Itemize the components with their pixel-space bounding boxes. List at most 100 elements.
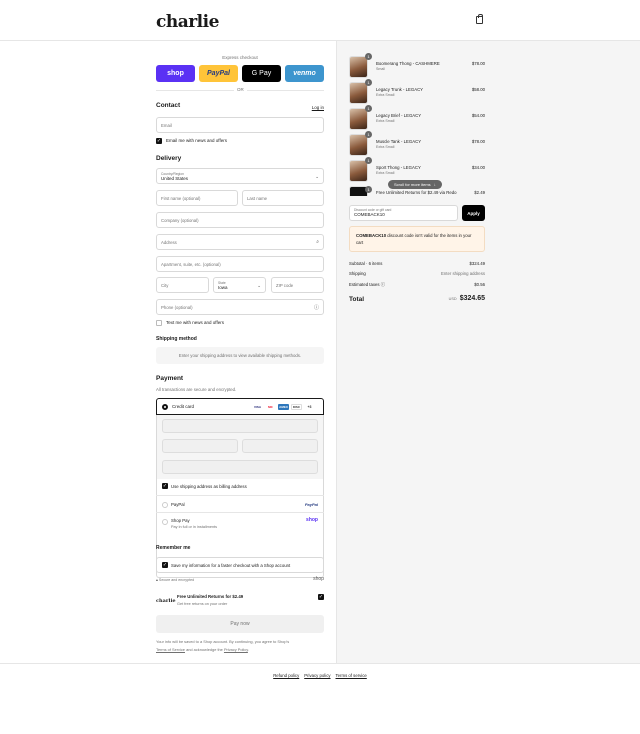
scroll-hint-label: Scroll for more items (394, 182, 431, 187)
remember-me-heading: Remember me (156, 545, 191, 551)
visa-icon: VISA (253, 405, 261, 409)
card-logos: VISA MC AMEX DISC +3 (252, 404, 315, 410)
divider (156, 495, 324, 496)
site-header: charlie (0, 0, 640, 41)
product-thumbnail (349, 134, 368, 156)
text-news-checkbox[interactable] (156, 320, 162, 326)
product-thumbnail (349, 160, 368, 182)
footer-links: Refund policy Privacy policy Terms of se… (0, 673, 640, 678)
product-thumbnail (349, 56, 368, 78)
info-icon[interactable]: ⓘ (381, 282, 385, 287)
payment-subtitle: All transactions are secure and encrypte… (156, 387, 237, 392)
shopping-bag-icon[interactable] (476, 14, 483, 24)
total-label: Total (349, 296, 365, 303)
quantity-badge: 1 (365, 53, 372, 60)
shop-pay-option-label[interactable]: Shop Pay (171, 518, 190, 523)
state-value: Iowa (218, 284, 228, 290)
legal-text-1: Your info will be saved to a Shop accoun… (156, 639, 290, 644)
item-name: Muscle Tank - LEGACY (376, 139, 422, 144)
log-in-link[interactable]: Log in (312, 105, 324, 110)
item-name: Legacy Brief - LEGACY (376, 113, 422, 118)
paypal-button[interactable]: PayPal (199, 65, 238, 82)
first-name-field[interactable]: First name (optional) (156, 190, 238, 206)
zip-field[interactable]: ZIP code (271, 277, 324, 293)
card-number-field[interactable] (162, 419, 318, 433)
credit-card-option[interactable]: Credit card VISA MC AMEX DISC +3 (156, 398, 324, 415)
address-placeholder: Address (161, 239, 177, 245)
chevron-down-icon: ⌄ (315, 174, 319, 179)
pay-now-button[interactable]: Pay now (156, 615, 324, 633)
company-field[interactable]: Company (optional) (156, 212, 324, 228)
item-price: $54.00 (471, 113, 485, 118)
item-name: Free Unlimited Returns for $2.49 via Red… (376, 190, 457, 195)
item-price: $78.00 (471, 61, 485, 66)
scroll-hint[interactable]: Scroll for more items ↓ (388, 180, 442, 189)
line-item: 1 Legacy Trunk - LEGACY Extra Small $58.00 (349, 79, 485, 104)
apply-button[interactable]: Apply (462, 205, 485, 221)
phone-field[interactable]: Phone (optional) ⓘ (156, 299, 324, 315)
discount-code-field[interactable]: Discount code or gift card COMEBACK10 (349, 205, 458, 221)
save-info-box[interactable]: ✓ Save my information for a faster check… (156, 557, 324, 573)
state-select[interactable]: State Iowa ⌄ (213, 277, 266, 293)
contact-heading: Contact (156, 102, 181, 109)
quantity-badge: 1 (365, 79, 372, 86)
billing-same-checkbox[interactable]: ✓ (162, 483, 168, 489)
last-name-field[interactable]: Last name (242, 190, 324, 206)
quantity-badge: 1 (365, 157, 372, 164)
country-select[interactable]: Country/Region United States ⌄ (156, 168, 324, 184)
privacy-policy-link[interactable]: Privacy Policy (224, 647, 248, 652)
terms-of-service-link[interactable]: Terms of Service (156, 647, 185, 652)
delivery-heading: Delivery (156, 155, 182, 162)
total-value-group: USD $324.65 (449, 295, 485, 302)
privacy-policy-footer-link[interactable]: Privacy policy (304, 673, 330, 678)
line-item: 1 Boomerang Thong - CASHMERE Small $78.00 (349, 53, 485, 78)
subtotal-label: Subtotal · 6 items (349, 261, 383, 266)
phone-placeholder: Phone (optional) (161, 304, 193, 310)
charlie-returns-logo: charlie (156, 598, 176, 604)
item-name: Boomerang Thong - CASHMERE (376, 61, 440, 66)
paypal-option-label[interactable]: PayPal (171, 502, 185, 507)
card-cvc-field[interactable] (242, 439, 318, 453)
help-circle-icon[interactable]: ⓘ (314, 304, 319, 311)
product-thumbnail (349, 82, 368, 104)
apartment-field[interactable]: Apartment, suite, etc. (optional) (156, 256, 324, 272)
google-pay-button[interactable]: G Pay (242, 65, 281, 82)
or-label: OR (234, 87, 247, 92)
total-currency: USD (448, 297, 457, 301)
terms-of-service-footer-link[interactable]: Terms of service (336, 673, 367, 678)
billing-same-label: Use shipping address as billing address (171, 484, 247, 489)
credit-card-radio[interactable] (162, 404, 168, 410)
email-field[interactable]: Email (156, 117, 324, 133)
save-info-checkbox[interactable]: ✓ (162, 562, 168, 568)
line-item: 1 Muscle Tank - LEGACY Extra Small $78.00 (349, 131, 485, 156)
venmo-button[interactable]: venmo (285, 65, 324, 82)
refund-policy-link[interactable]: Refund policy (273, 673, 299, 678)
city-field[interactable]: City (156, 277, 209, 293)
credit-card-label: Credit card (172, 404, 195, 409)
quantity-badge: 1 (365, 186, 372, 193)
item-price: $58.00 (471, 87, 485, 92)
returns-offer-checkbox[interactable]: ✓ (318, 594, 324, 600)
shop-logo: shop (313, 576, 324, 582)
card-name-field[interactable] (162, 460, 318, 474)
shop-pay-radio[interactable] (162, 519, 168, 525)
address-field[interactable]: Address ⌕ (156, 234, 324, 250)
item-variant: Extra Small (376, 119, 395, 123)
taxes-value: $0.56 (474, 282, 485, 287)
arrow-down-icon: ↓ (433, 182, 436, 187)
payment-heading: Payment (156, 375, 184, 382)
card-expiry-field[interactable] (162, 439, 238, 453)
product-thumbnail (349, 108, 368, 130)
email-news-checkbox[interactable]: ✓ (156, 138, 162, 144)
legal-text-and: and acknowledge the (186, 647, 223, 652)
paypal-radio[interactable] (162, 502, 168, 508)
item-name: Sport Thong - LEGACY (376, 165, 421, 170)
express-checkout-label: Express checkout (222, 55, 258, 60)
store-logo[interactable]: charlie (156, 12, 219, 32)
secure-encrypted-label: 🔒︎ Secure and encrypted (156, 578, 194, 582)
subtotal-value: $324.49 (469, 261, 485, 266)
item-price: $78.00 (471, 139, 485, 144)
shop-pay-button[interactable]: shop (156, 65, 195, 82)
mastercard-icon: MC (268, 405, 273, 409)
total-value: $324.65 (459, 295, 485, 302)
